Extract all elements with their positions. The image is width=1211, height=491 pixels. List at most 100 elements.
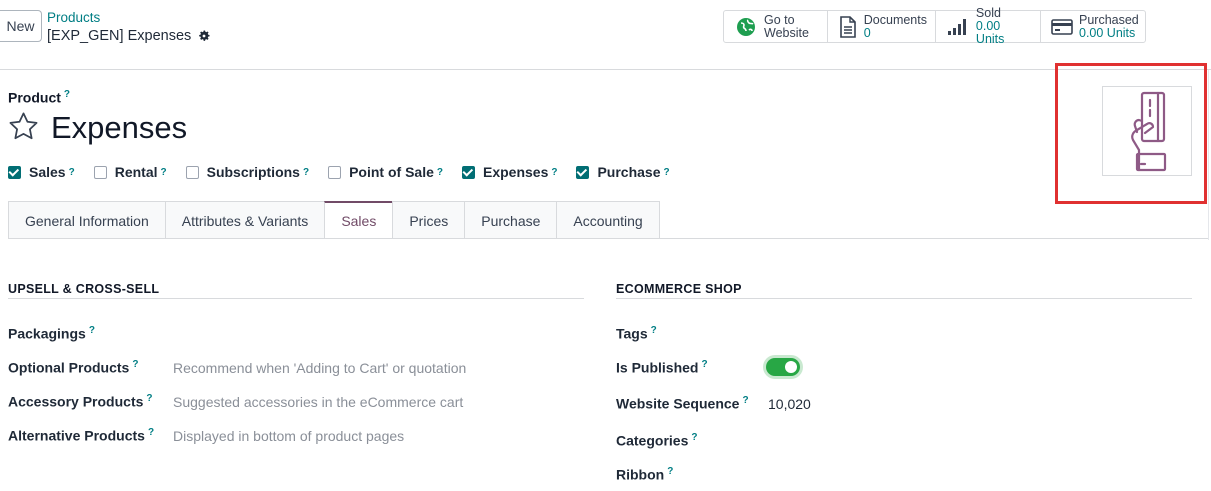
help-tooltip-icon[interactable]: ? bbox=[691, 432, 697, 443]
document-icon bbox=[838, 15, 858, 38]
help-tooltip-icon[interactable]: ? bbox=[664, 167, 670, 178]
purchased-stat-label: Purchased bbox=[1079, 12, 1139, 27]
is-published-label-text: Is Published bbox=[616, 359, 699, 376]
help-tooltip-icon[interactable]: ? bbox=[132, 359, 138, 370]
tab-prices[interactable]: Prices bbox=[392, 201, 465, 239]
alternative-products-input[interactable]: Displayed in bottom of product pages bbox=[173, 428, 404, 444]
sold-stat-text: Sold 0.00 Units bbox=[976, 7, 1032, 46]
help-tooltip-icon[interactable]: ? bbox=[651, 325, 657, 336]
help-tooltip-icon[interactable]: ? bbox=[551, 167, 557, 178]
help-tooltip-icon[interactable]: ? bbox=[69, 167, 75, 178]
option-purchase-label: Purchase bbox=[597, 164, 661, 180]
tab-purchase[interactable]: Purchase bbox=[464, 201, 557, 239]
sheet-edge bbox=[1208, 70, 1209, 240]
product-label-text: Product bbox=[8, 89, 61, 106]
optional-products-label-text: Optional Products bbox=[8, 359, 130, 376]
alternative-products-label: Alternative Products? bbox=[8, 427, 154, 444]
product-name[interactable]: Expenses bbox=[51, 108, 187, 148]
purchased-stat-text: Purchased 0.00 Units bbox=[1079, 12, 1139, 40]
accessory-products-label: Accessory Products? bbox=[8, 393, 153, 410]
image-highlight-annotation bbox=[1055, 63, 1207, 204]
option-sales[interactable]: Sales? bbox=[8, 164, 75, 180]
documents-button[interactable]: Documents 0 bbox=[828, 11, 936, 42]
upsell-group-title: UPSELL & CROSS-SELL bbox=[8, 282, 160, 296]
tab-general-information[interactable]: General Information bbox=[8, 201, 165, 239]
help-tooltip-icon[interactable]: ? bbox=[161, 167, 167, 178]
gear-icon[interactable] bbox=[197, 29, 211, 43]
control-panel-divider bbox=[0, 69, 1211, 70]
categories-label-text: Categories bbox=[616, 432, 689, 449]
help-tooltip-icon[interactable]: ? bbox=[701, 359, 707, 370]
new-button[interactable]: New bbox=[0, 10, 42, 42]
tab-sales[interactable]: Sales bbox=[324, 201, 393, 240]
website-sequence-input[interactable]: 10,020 bbox=[768, 396, 811, 412]
website-stat-text: Go to Website bbox=[764, 12, 809, 40]
sold-stat-value: 0.00 Units bbox=[975, 19, 1005, 46]
option-sales-label: Sales bbox=[29, 164, 66, 180]
breadcrumb-current: [EXP_GEN] Expenses bbox=[47, 27, 211, 45]
purchased-button[interactable]: Purchased 0.00 Units bbox=[1041, 11, 1145, 42]
documents-stat-value: 0 bbox=[863, 25, 871, 40]
is-published-toggle[interactable] bbox=[766, 358, 800, 376]
expenses-checkbox[interactable] bbox=[461, 165, 475, 179]
packagings-label-text: Packagings bbox=[8, 325, 86, 342]
control-panel: New Products [EXP_GEN] Expenses Go to We… bbox=[0, 0, 1211, 62]
option-rental[interactable]: Rental? bbox=[93, 164, 167, 180]
help-tooltip-icon[interactable]: ? bbox=[146, 393, 152, 404]
ribbon-label: Ribbon? bbox=[616, 466, 673, 483]
help-tooltip-icon[interactable]: ? bbox=[437, 167, 443, 178]
option-purchase[interactable]: Purchase? bbox=[576, 164, 670, 180]
website-stat-label: Go to bbox=[764, 12, 795, 27]
help-tooltip-icon[interactable]: ? bbox=[303, 167, 309, 178]
rental-checkbox[interactable] bbox=[93, 165, 107, 179]
ribbon-label-text: Ribbon bbox=[616, 466, 665, 483]
breadcrumb-current-label: [EXP_GEN] Expenses bbox=[47, 28, 192, 44]
accessory-products-input[interactable]: Suggested accessories in the eCommerce c… bbox=[173, 394, 463, 410]
optional-products-label: Optional Products? bbox=[8, 359, 138, 376]
option-point-of-sale-label: Point of Sale bbox=[349, 164, 434, 180]
is-published-label: Is Published? bbox=[616, 359, 708, 376]
option-subscriptions-label: Subscriptions bbox=[206, 164, 300, 180]
documents-stat-label: Documents bbox=[863, 12, 927, 27]
optional-products-input[interactable]: Recommend when 'Adding to Cart' or quota… bbox=[173, 360, 466, 376]
categories-label: Categories? bbox=[616, 432, 697, 449]
breadcrumb: Products [EXP_GEN] Expenses bbox=[47, 10, 211, 45]
sales-checkbox[interactable] bbox=[8, 165, 21, 179]
help-tooltip-icon[interactable]: ? bbox=[64, 89, 70, 100]
credit-card-icon bbox=[1051, 16, 1073, 38]
tab-accounting[interactable]: Accounting bbox=[556, 201, 660, 239]
option-point-of-sale[interactable]: Point of Sale? bbox=[328, 164, 443, 180]
point-of-sale-checkbox[interactable] bbox=[328, 165, 342, 179]
favorite-star-icon[interactable] bbox=[8, 111, 39, 142]
help-tooltip-icon[interactable]: ? bbox=[89, 325, 95, 336]
option-expenses-label: Expenses bbox=[482, 164, 549, 180]
option-expenses[interactable]: Expenses? bbox=[461, 164, 557, 180]
go-to-website-button[interactable]: Go to Website bbox=[724, 11, 828, 42]
breadcrumb-products-link[interactable]: Products bbox=[47, 10, 211, 26]
signal-bars-icon bbox=[946, 16, 970, 38]
notebook-tabs: General Information Attributes & Variant… bbox=[8, 201, 660, 240]
purchased-stat-value: 0.00 Units bbox=[1079, 25, 1136, 40]
upsell-group-rule bbox=[8, 298, 584, 299]
help-tooltip-icon[interactable]: ? bbox=[742, 395, 748, 406]
website-stat-value: Website bbox=[764, 25, 809, 40]
website-sequence-label-text: Website Sequence bbox=[616, 395, 740, 412]
documents-stat-text: Documents 0 bbox=[863, 12, 927, 40]
subscriptions-checkbox[interactable] bbox=[185, 165, 199, 179]
globe-icon bbox=[734, 16, 758, 38]
help-tooltip-icon[interactable]: ? bbox=[667, 466, 673, 477]
packagings-label: Packagings? bbox=[8, 325, 95, 342]
alternative-products-label-text: Alternative Products bbox=[8, 427, 145, 444]
website-sequence-label: Website Sequence? bbox=[616, 395, 749, 412]
option-subscriptions[interactable]: Subscriptions? bbox=[185, 164, 309, 180]
sold-button[interactable]: Sold 0.00 Units bbox=[936, 7, 1041, 46]
purchase-checkbox[interactable] bbox=[576, 165, 590, 179]
tab-attributes-variants[interactable]: Attributes & Variants bbox=[164, 201, 325, 239]
option-rental-label: Rental bbox=[114, 164, 158, 180]
product-options: Sales? Rental? Subscriptions? Point of S… bbox=[8, 164, 689, 180]
ecommerce-group-title: ECOMMERCE SHOP bbox=[616, 282, 742, 296]
smart-buttons: Go to Website Documents 0 Sold 0.00 Unit… bbox=[723, 7, 1146, 46]
tags-label-text: Tags bbox=[616, 325, 648, 342]
help-tooltip-icon[interactable]: ? bbox=[148, 427, 154, 438]
tabs-divider bbox=[8, 238, 1208, 239]
